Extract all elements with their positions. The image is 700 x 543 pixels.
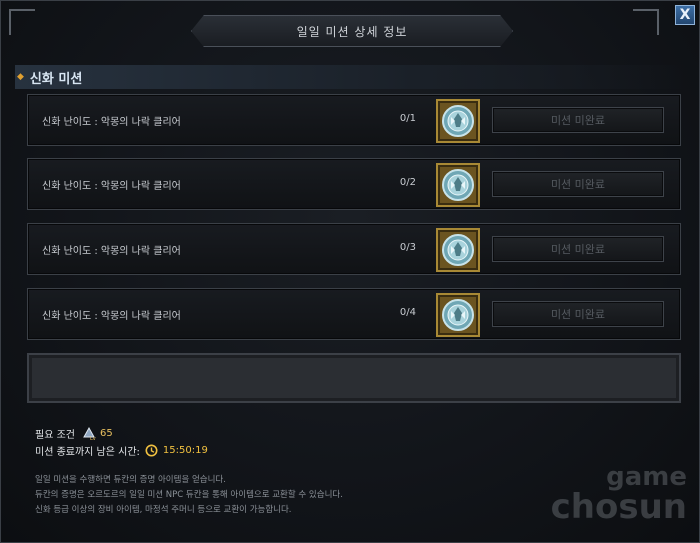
mission-name: 신화 난이도 : 악몽의 나락 클리어 bbox=[42, 117, 181, 128]
mission-progress: 0/4 bbox=[399, 307, 416, 318]
emblem-icon bbox=[442, 234, 474, 266]
remaining-time-label: 미션 종료까지 남은 시간: bbox=[35, 447, 140, 458]
mission-status-button[interactable]: 미션 미완료 bbox=[492, 236, 664, 262]
required-level: 65 bbox=[99, 427, 113, 439]
mission-status-button[interactable]: 미션 미완료 bbox=[492, 107, 664, 133]
mission-row: 신화 난이도 : 악몽의 나락 클리어 0/4 미션 미완료 bbox=[27, 288, 681, 340]
mission-progress: 0/1 bbox=[399, 113, 416, 124]
close-icon: X bbox=[679, 7, 691, 23]
corner-ornament-left bbox=[9, 9, 35, 35]
mission-progress: 0/2 bbox=[399, 177, 416, 188]
mission-row: 신화 난이도 : 악몽의 나락 클리어 0/3 미션 미완료 bbox=[27, 223, 681, 275]
reward-item-slot[interactable] bbox=[436, 163, 480, 207]
watermark-line2: chosun bbox=[550, 487, 687, 527]
svg-text:Lv: Lv bbox=[90, 436, 96, 441]
remaining-time-line: 미션 종료까지 남은 시간: 15:50:19 bbox=[35, 443, 208, 458]
mission-row: 신화 난이도 : 악몽의 나락 클리어 0/2 미션 미완료 bbox=[27, 158, 681, 210]
section-title: 신화 미션 bbox=[29, 71, 83, 87]
mission-progress: 0/3 bbox=[399, 242, 416, 253]
info-text: 듀칸의 증명은 오르도르의 일일 미션 NPC 듀칸을 통해 아이템으로 교환할… bbox=[35, 490, 343, 500]
mission-name: 신화 난이도 : 악몽의 나락 클리어 bbox=[42, 311, 181, 322]
watermark-logo: game chosun bbox=[517, 462, 687, 532]
empty-mission-slot bbox=[27, 353, 681, 403]
mission-name: 신화 난이도 : 악몽의 나락 클리어 bbox=[42, 246, 181, 257]
emblem-icon bbox=[442, 169, 474, 201]
requirement-line: 필요 조건 Lv 65 bbox=[35, 425, 113, 441]
requirement-label: 필요 조건 bbox=[35, 429, 75, 441]
info-text: 신화 등급 이상의 장비 아이템, 마정석 주머니 등으로 교환이 가능합니다. bbox=[35, 505, 292, 515]
corner-ornament-right bbox=[633, 9, 659, 35]
info-text: 일일 미션을 수행하면 듀칸의 증명 아이템을 얻습니다. bbox=[35, 475, 226, 485]
mission-status-button[interactable]: 미션 미완료 bbox=[492, 301, 664, 327]
window-title: 일일 미션 상세 정보 bbox=[191, 15, 513, 47]
clock-icon bbox=[145, 444, 158, 457]
reward-item-slot[interactable] bbox=[436, 293, 480, 337]
level-icon: Lv bbox=[83, 426, 96, 441]
mission-status-button[interactable]: 미션 미완료 bbox=[492, 171, 664, 197]
bullet-icon: ◆ bbox=[17, 72, 24, 82]
emblem-icon bbox=[442, 299, 474, 331]
reward-item-slot[interactable] bbox=[436, 228, 480, 272]
mission-row: 신화 난이도 : 악몽의 나락 클리어 0/1 미션 미완료 bbox=[27, 94, 681, 146]
reward-item-slot[interactable] bbox=[436, 99, 480, 143]
mission-name: 신화 난이도 : 악몽의 나락 클리어 bbox=[42, 181, 181, 192]
close-button[interactable]: X bbox=[675, 5, 695, 25]
remaining-time-value: 15:50:19 bbox=[162, 445, 208, 456]
emblem-icon bbox=[442, 105, 474, 137]
daily-mission-window: 일일 미션 상세 정보 X ◆ 신화 미션 신화 난이도 : 악몽의 나락 클리… bbox=[0, 0, 700, 543]
section-header: ◆ 신화 미션 bbox=[15, 65, 687, 89]
